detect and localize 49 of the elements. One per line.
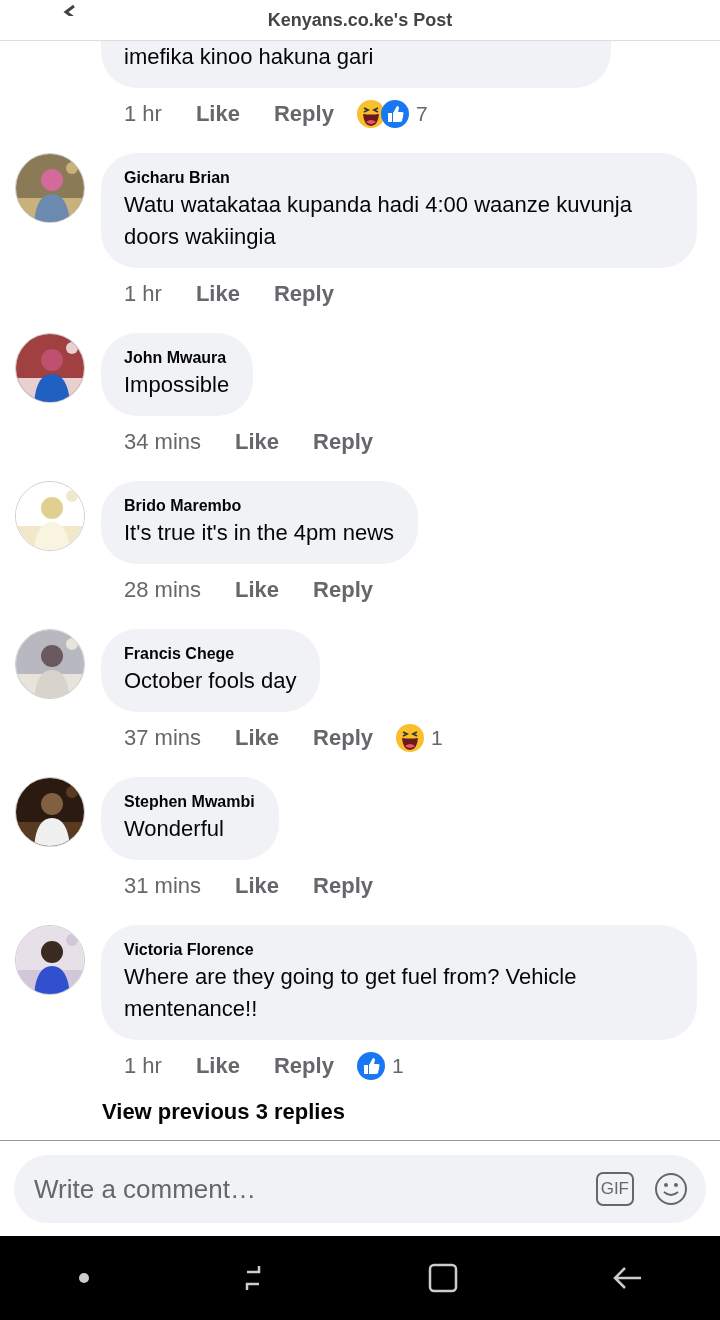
thumbs-up-icon (355, 1051, 386, 1081)
reaction-count: 1 (391, 1054, 404, 1078)
comment-text: imefika kinoo hakuna gari (124, 43, 374, 71)
gif-button[interactable]: GIF (595, 1172, 634, 1206)
author-name: Victoria Florence (124, 940, 255, 960)
like-button[interactable]: Like (235, 427, 280, 457)
laughing-emoji-icon (395, 723, 425, 753)
like-button[interactable]: Like (235, 871, 280, 901)
timestamp: 37 mins (124, 724, 202, 752)
like-button[interactable]: Like (195, 279, 240, 309)
reply-button[interactable]: Reply (313, 427, 373, 457)
dot-icon[interactable] (77, 1272, 90, 1284)
reply-button[interactable]: Reply (313, 871, 373, 901)
like-button[interactable]: Like (235, 575, 280, 605)
author-name: John Mwaura (124, 348, 228, 368)
like-button[interactable]: Like (195, 1051, 240, 1081)
timestamp: 1 hr (124, 1052, 162, 1080)
author-name: Brido Marembo (124, 496, 243, 516)
like-button[interactable]: Like (195, 99, 240, 129)
emoji-icon[interactable] (654, 1172, 688, 1206)
author-name: Gicharu Brian (124, 168, 231, 188)
reply-button[interactable]: Reply (313, 575, 373, 605)
author-name: Francis Chege (124, 644, 236, 664)
comment-text: October fools day (124, 667, 297, 695)
comment-text: Impossible (124, 371, 230, 399)
reaction-count: 7 (415, 102, 428, 126)
timestamp: 28 mins (124, 576, 202, 604)
comment-field[interactable]: Write a comment… GIF (14, 1155, 706, 1223)
like-button[interactable]: Like (235, 723, 280, 753)
timestamp: 1 hr (124, 280, 162, 308)
comment-text: Watu watakataa kupanda hadi 4:00 waanze kuvunja doors wakiingia (124, 191, 633, 251)
author-name: Stephen Mwambi (124, 792, 255, 812)
view-replies-link[interactable]: View previous 3 replies (102, 1099, 345, 1125)
home-icon[interactable] (427, 1263, 458, 1293)
reply-button[interactable]: Reply (273, 99, 334, 129)
comment-text: It's true it's in the 4pm news (124, 519, 395, 547)
reply-button[interactable]: Reply (313, 723, 373, 753)
reaction-count: 1 (431, 726, 443, 750)
back-icon[interactable] (612, 1266, 643, 1290)
comment-text: Where are they going to get fuel from? Vehicle mentenance!! (124, 963, 578, 1023)
thumbs-up-icon (379, 99, 410, 129)
reply-button[interactable]: Reply (273, 279, 334, 309)
laughing-emoji-icon (355, 99, 386, 129)
comment-text: Wonderful (124, 815, 225, 843)
timestamp: 31 mins (124, 872, 202, 900)
timestamp: 34 mins (124, 428, 202, 456)
post-title: Kenyans.co.ke's Post (267, 9, 453, 31)
timestamp: 1 hr (124, 100, 162, 128)
reply-button[interactable]: Reply (273, 1051, 334, 1081)
